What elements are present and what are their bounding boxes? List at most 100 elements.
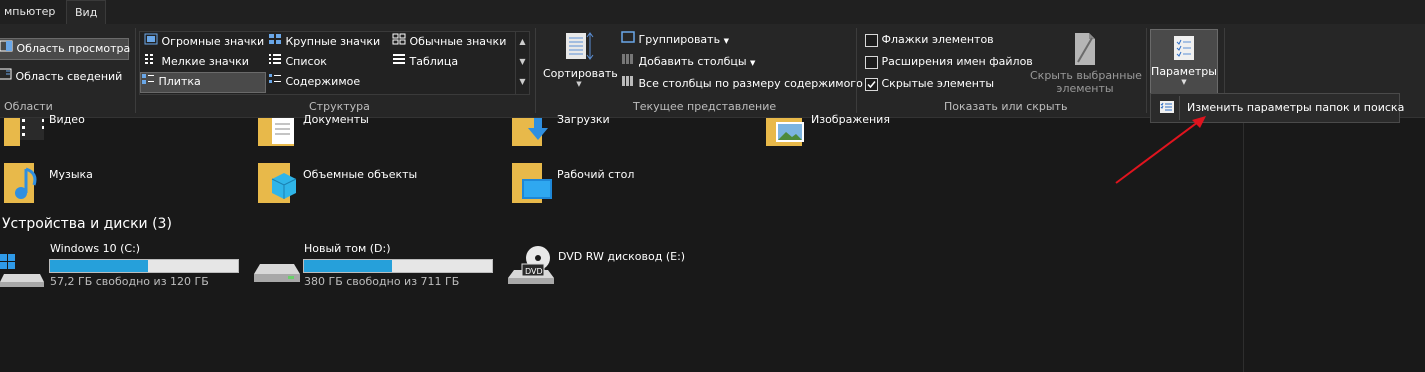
layout-small-icons[interactable]: Мелкие значки bbox=[144, 53, 249, 71]
hide-selected-icon bbox=[1072, 32, 1098, 69]
ribbon-separator bbox=[135, 28, 136, 113]
drive-d[interactable]: Новый том (D:) 380 ГБ свободно из 711 ГБ bbox=[254, 240, 494, 290]
add-columns-label: Добавить столбцы bbox=[638, 55, 747, 68]
preview-pane-button[interactable]: Область просмотра bbox=[0, 38, 130, 60]
sort-dropdown-icon: ▼ bbox=[576, 80, 582, 88]
details-pane-label: Область сведений bbox=[15, 70, 123, 83]
fit-columns-button[interactable]: Все столбцы по размеру содержимого bbox=[621, 75, 863, 93]
layout-list[interactable]: Список bbox=[268, 53, 327, 71]
gallery-scroll-down-icon[interactable]: ▼ bbox=[516, 52, 529, 72]
documents-folder-icon bbox=[258, 118, 298, 149]
hidden-items-checkbox[interactable] bbox=[865, 77, 878, 91]
group-by-dropdown-icon: ▼ bbox=[723, 37, 729, 45]
3d-objects-folder-icon bbox=[258, 163, 298, 206]
hide-selected-label-2: элементы bbox=[1056, 82, 1114, 95]
drive-c[interactable]: Windows 10 (C:) 57,2 ГБ свободно из 120 … bbox=[0, 240, 240, 290]
add-columns-dropdown-icon: ▼ bbox=[750, 59, 756, 67]
hard-drive-icon bbox=[254, 262, 300, 289]
tab-view[interactable]: Вид bbox=[66, 0, 107, 25]
tab-computer[interactable]: мпьютер bbox=[0, 0, 63, 24]
folder-name: Документы bbox=[303, 113, 369, 126]
drive-free-space: 57,2 ГБ свободно из 120 ГБ bbox=[50, 275, 209, 288]
item-checkboxes-checkbox[interactable] bbox=[865, 33, 878, 47]
drive-name: DVD RW дисковод (E:) bbox=[558, 250, 686, 263]
sort-label: Сортировать bbox=[543, 67, 618, 80]
layout-item-label: Мелкие значки bbox=[161, 55, 249, 68]
tiles-icon bbox=[141, 73, 155, 91]
fit-columns-label: Все столбцы по размеру содержимого bbox=[638, 77, 863, 90]
group-label-show-hide: Показать или скрыть bbox=[944, 100, 1068, 113]
group-label-areas: Области bbox=[4, 100, 53, 113]
layout-item-label: Список bbox=[285, 55, 327, 68]
file-extensions-toggle[interactable]: Расширения имен файлов bbox=[865, 53, 1033, 71]
layout-medium-icons[interactable]: Обычные значки bbox=[392, 33, 506, 51]
devices-section-header[interactable]: Устройства и диски (3) bbox=[2, 216, 172, 232]
sort-icon bbox=[562, 30, 596, 67]
svg-text:DVD: DVD bbox=[525, 267, 543, 276]
list-icon bbox=[268, 53, 282, 71]
options-icon bbox=[1170, 34, 1198, 65]
layout-extra-large-icons[interactable]: Огромные значки bbox=[144, 33, 264, 51]
sort-button[interactable]: Сортировать ▼ bbox=[543, 30, 618, 92]
details-icon bbox=[392, 53, 406, 71]
details-pane-button[interactable]: Область сведений bbox=[0, 68, 122, 86]
drive-usage-fill bbox=[50, 260, 148, 272]
layout-item-label: Таблица bbox=[409, 55, 459, 68]
details-pane-icon bbox=[0, 68, 12, 86]
drive-usage-bar bbox=[303, 259, 493, 273]
hide-selected-label-1: Скрыть выбранные bbox=[1030, 69, 1142, 82]
hidden-items-label: Скрытые элементы bbox=[881, 77, 995, 90]
options-dropdown-icon: ▼ bbox=[1181, 78, 1187, 86]
hidden-items-toggle[interactable]: Скрытые элементы bbox=[865, 75, 994, 93]
music-folder-icon bbox=[4, 163, 44, 206]
layout-large-icons[interactable]: Крупные значки bbox=[268, 33, 380, 51]
layout-content[interactable]: Содержимое bbox=[268, 73, 360, 91]
content-icon bbox=[268, 73, 282, 91]
item-checkboxes-toggle[interactable]: Флажки элементов bbox=[865, 31, 994, 49]
fit-columns-icon bbox=[621, 75, 635, 93]
group-by-label: Группировать bbox=[638, 33, 721, 46]
pictures-folder-icon bbox=[766, 118, 806, 149]
drive-free-space: 380 ГБ свободно из 711 ГБ bbox=[304, 275, 460, 288]
group-label-current-view: Текущее представление bbox=[633, 100, 777, 113]
folder-name: Видео bbox=[49, 113, 85, 126]
drive-name: Новый том (D:) bbox=[304, 242, 391, 255]
ribbon-tab-strip: мпьютер Вид bbox=[0, 0, 1425, 25]
layout-tiles[interactable]: Плитка bbox=[140, 72, 266, 93]
large-icons-icon bbox=[268, 33, 282, 51]
desktop-folder-icon bbox=[512, 163, 554, 206]
gallery-expand-icon[interactable]: ▼ bbox=[516, 72, 529, 92]
ribbon-separator bbox=[535, 28, 536, 113]
folder-name: Рабочий стол bbox=[557, 168, 635, 181]
layout-details[interactable]: Таблица bbox=[392, 53, 458, 71]
medium-icons-icon bbox=[392, 33, 406, 51]
drive-usage-fill bbox=[304, 260, 393, 272]
drive-name: Windows 10 (C:) bbox=[50, 242, 141, 255]
layout-item-label: Плитка bbox=[158, 75, 201, 88]
folder-name: Музыка bbox=[49, 168, 93, 181]
ribbon-separator bbox=[1146, 28, 1147, 113]
layout-item-label: Огромные значки bbox=[161, 35, 265, 48]
hide-selected-button[interactable]: Скрыть выбранные элементы bbox=[1030, 32, 1142, 95]
add-columns-icon bbox=[621, 53, 635, 71]
folder-name: Изображения bbox=[811, 113, 890, 126]
small-icons-icon bbox=[144, 53, 158, 71]
preview-pane-divider[interactable] bbox=[1243, 120, 1244, 372]
add-columns-button[interactable]: Добавить столбцы ▼ bbox=[621, 53, 755, 71]
gallery-scroll[interactable]: ▲ ▼ ▼ bbox=[515, 31, 530, 95]
annotation-arrow bbox=[1115, 116, 1206, 184]
video-folder-icon bbox=[4, 118, 46, 149]
gallery-scroll-up-icon[interactable]: ▲ bbox=[516, 32, 529, 52]
group-by-button[interactable]: Группировать ▼ bbox=[621, 31, 729, 49]
dvd-drive-icon: DVD bbox=[508, 244, 554, 291]
options-button[interactable]: Параметры ▼ bbox=[1150, 29, 1218, 95]
folder-name: Загрузки bbox=[557, 113, 610, 126]
layout-item-label: Крупные значки bbox=[285, 35, 381, 48]
layout-item-label: Обычные значки bbox=[409, 35, 507, 48]
drive-usage-bar bbox=[49, 259, 239, 273]
drive-e[interactable]: DVD DVD RW дисковод (E:) bbox=[508, 240, 748, 290]
preview-pane-icon bbox=[0, 39, 13, 59]
item-checkboxes-label: Флажки элементов bbox=[881, 33, 994, 46]
file-extensions-checkbox[interactable] bbox=[865, 55, 878, 69]
windows-drive-icon bbox=[0, 252, 44, 291]
